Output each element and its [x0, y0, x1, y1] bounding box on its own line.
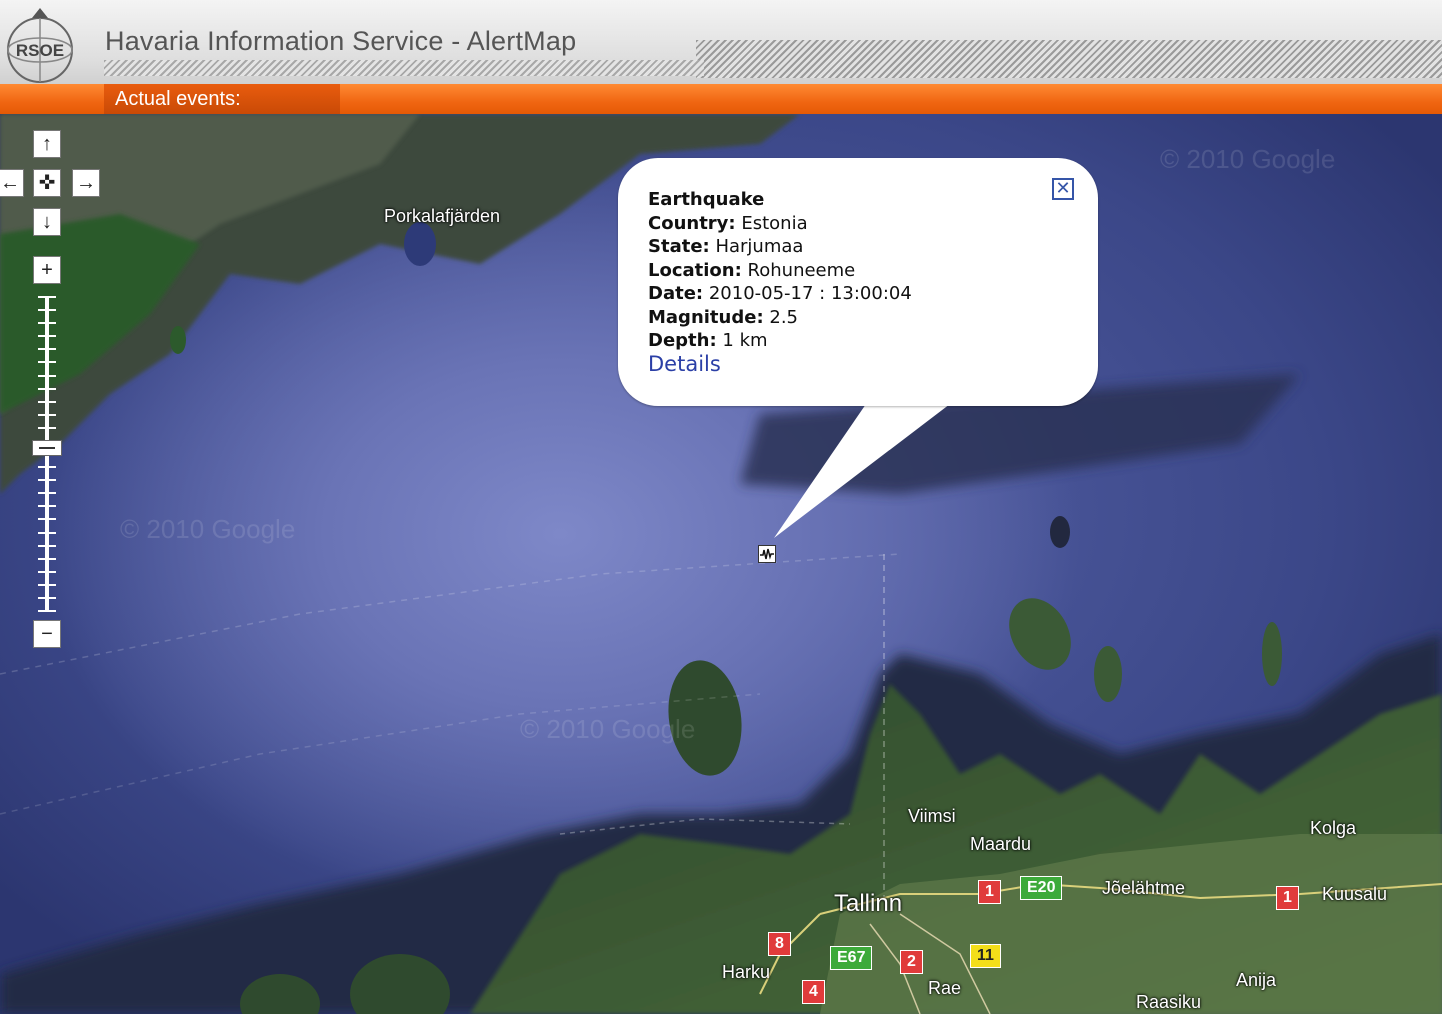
road-badge: 4 — [802, 980, 825, 1004]
zoom-slider-tick — [38, 414, 56, 416]
earthquake-marker-icon[interactable] — [758, 545, 776, 563]
map-watermark: © 2010 Google — [120, 514, 296, 544]
road-badge: 1 — [1276, 886, 1299, 910]
zoom-slider-handle[interactable] — [32, 440, 62, 456]
popup-magnitude-label: Magnitude: — [648, 306, 764, 328]
popup-location: Rohuneeme — [747, 259, 856, 281]
zoom-slider-tick — [38, 388, 56, 390]
zoom-slider-tick — [38, 348, 56, 350]
zoom-slider-tick — [38, 296, 56, 298]
zoom-slider-tick — [38, 309, 56, 311]
place-label-porkalafjarden: Porkalafjärden — [384, 206, 501, 226]
place-label-kolga: Kolga — [1310, 818, 1357, 838]
page-title: Havaria Information Service - AlertMap — [105, 26, 577, 56]
place-label-rae: Rae — [928, 978, 962, 998]
zoom-slider-tick — [38, 401, 56, 403]
popup-magnitude: 2.5 — [769, 306, 799, 328]
map-watermark: © 2010 Google — [1160, 144, 1336, 174]
zoom-slider-tick — [38, 571, 56, 573]
rsoe-logo: RSOE — [7, 8, 73, 83]
zoom-slider-tick — [38, 466, 56, 468]
road-badge: 2 — [900, 950, 923, 974]
popup-depth-label: Depth: — [648, 330, 717, 351]
details-link[interactable]: Details — [648, 352, 721, 376]
zoom-slider-tick — [38, 584, 56, 586]
place-label-raasiku: Raasiku — [1136, 992, 1202, 1012]
zoom-slider-tick — [38, 610, 56, 612]
road-badge: E20 — [1020, 876, 1063, 900]
zoom-slider-tick — [38, 479, 56, 481]
popup-location-label: Location: — [648, 259, 742, 281]
pan-left-button[interactable]: ← — [0, 169, 24, 197]
place-label-kuusalu: Kuusalu — [1322, 884, 1388, 904]
header-hatch-decoration-lower — [104, 60, 704, 76]
popup-country: Estonia — [741, 212, 808, 234]
header: RSOE Havaria Information Service - Alert… — [0, 0, 1442, 86]
road-badge: 8 — [768, 932, 791, 956]
pan-center-button[interactable]: ✜ — [33, 169, 61, 197]
popup-event-type: Earthquake — [648, 189, 765, 210]
zoom-slider-tick — [38, 361, 56, 363]
zoom-slider-tick — [38, 545, 56, 547]
zoom-slider-tick — [38, 375, 56, 377]
zoom-slider-tick — [38, 505, 56, 507]
popup-country-label: Country: — [648, 212, 736, 234]
popup-depth: 1 km — [722, 330, 768, 351]
place-label-harku: Harku — [722, 962, 771, 982]
place-label-viimsi: Viimsi — [908, 806, 956, 826]
zoom-slider-tick — [38, 335, 56, 337]
road-badge: E67 — [830, 946, 873, 970]
zoom-slider-tick — [38, 492, 56, 494]
map-watermark: © 2010 Google — [520, 714, 696, 744]
pan-right-button[interactable]: → — [72, 169, 100, 197]
zoom-out-button[interactable]: − — [33, 620, 61, 648]
place-label-anija: Anija — [1236, 970, 1277, 990]
popup-date-label: Date: — [648, 283, 704, 304]
popup-tail — [774, 404, 950, 538]
popup-content: Earthquake Country: Estonia State: Harju… — [648, 188, 1068, 377]
road-badge: 1 — [978, 880, 1001, 904]
events-tab-label: Actual events: — [115, 88, 241, 110]
place-label-tallinn: Tallinn — [834, 890, 903, 917]
popup-state-label: State: — [648, 236, 710, 257]
zoom-slider-tick — [38, 597, 56, 599]
popup-state: Harjumaa — [715, 236, 804, 257]
road-badge: 11 — [970, 944, 1001, 968]
zoom-slider-tick — [38, 322, 56, 324]
zoom-in-button[interactable]: + — [33, 256, 61, 284]
place-label-joelahtme: Jõelähtme — [1102, 878, 1186, 898]
pan-up-button[interactable]: ↑ — [33, 130, 61, 158]
zoom-slider-tick — [38, 518, 56, 520]
place-label-maardu: Maardu — [970, 834, 1032, 854]
logo-text: RSOE — [16, 41, 64, 60]
popup-date: 2010-05-17 : 13:00:04 — [708, 283, 912, 304]
zoom-slider-tick — [38, 558, 56, 560]
seismograph-icon — [760, 548, 774, 560]
zoom-slider-tick — [38, 532, 56, 534]
zoom-slider-tick — [38, 427, 56, 429]
pan-down-button[interactable]: ↓ — [33, 208, 61, 236]
header-hatch-decoration — [696, 40, 1442, 78]
